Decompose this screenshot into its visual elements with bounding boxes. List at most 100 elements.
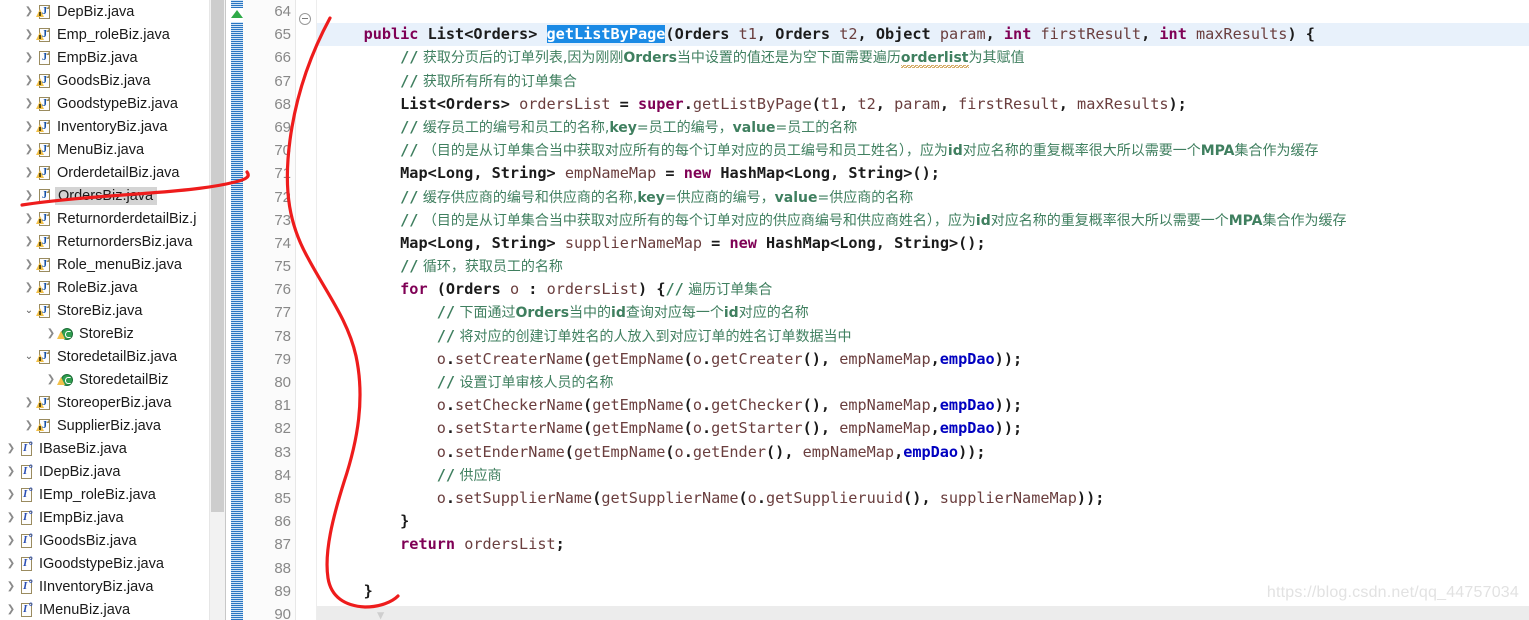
code-line-82[interactable]: o.setStarterName(getEmpName(o.getStarter…: [317, 417, 1529, 440]
tree-item-rolebiz-java[interactable]: ❯ J RoleBiz.java: [0, 276, 225, 299]
tree-item-goodstypebiz-java[interactable]: ❯ J GoodstypeBiz.java: [0, 92, 225, 115]
code-line-80[interactable]: // 设置订单审核人员的名称: [317, 371, 1529, 394]
code-line-67[interactable]: // 获取所有所有的订单集合: [317, 70, 1529, 93]
chevron-right-icon[interactable]: ❯: [4, 512, 18, 523]
interface-file-icon: Io: [21, 509, 33, 525]
chevron-right-icon[interactable]: ❯: [22, 420, 36, 431]
code-line-64[interactable]: [317, 0, 1529, 23]
package-explorer-panel[interactable]: ❯ J DepBiz.java ❯ J Emp_roleBiz.java ❯ J EmpBiz.…: [0, 0, 225, 620]
code-line-70[interactable]: // （目的是从订单集合当中获取对应所有的每个订单对应的员工编号和员工姓名），应…: [317, 139, 1529, 162]
chevron-right-icon[interactable]: ❯: [4, 558, 18, 569]
code-line-76[interactable]: for (Orders o : ordersList) {// 遍历订单集合: [317, 278, 1529, 301]
interface-file-icon: Io: [21, 440, 33, 456]
overview-up-arrow-icon[interactable]: [231, 10, 243, 18]
code-line-84[interactable]: // 供应商: [317, 464, 1529, 487]
code-folding-column[interactable]: [296, 0, 316, 620]
code-line-73[interactable]: // （目的是从订单集合当中获取对应所有的每个订单对应的供应商编号和供应商姓名）…: [317, 209, 1529, 232]
chevron-right-icon[interactable]: ❯: [4, 466, 18, 477]
editor-marker-bar[interactable]: [225, 0, 244, 620]
chevron-right-icon[interactable]: ❯: [22, 282, 36, 293]
chevron-right-icon[interactable]: ❯: [44, 374, 58, 385]
code-line-74[interactable]: Map<Long, String> supplierNameMap = new …: [317, 232, 1529, 255]
chevron-right-icon[interactable]: ❯: [22, 29, 36, 40]
tree-item-storedetailbiz-java[interactable]: ⌄ J StoredetailBiz.java: [0, 345, 225, 368]
tree-item-storedetailbiz[interactable]: ❯ StoredetailBiz: [0, 368, 225, 391]
tree-item-role-menubiz-java[interactable]: ❯ J Role_menuBiz.java: [0, 253, 225, 276]
fold-collapse-icon[interactable]: [299, 13, 311, 25]
code-line-68[interactable]: List<Orders> ordersList = super.getListB…: [317, 93, 1529, 116]
code-line-88[interactable]: [317, 557, 1529, 580]
tree-item-ordersbiz-java[interactable]: ❯ J OrdersBiz.java: [0, 184, 225, 207]
tree-item-storeoperbiz-java[interactable]: ❯ J StoreoperBiz.java: [0, 391, 225, 414]
chevron-right-icon[interactable]: ❯: [22, 144, 36, 155]
tree-item-returnorderdetailbiz-j[interactable]: ❯ J ReturnorderdetailBiz.j: [0, 207, 225, 230]
code-line-83[interactable]: o.setEnderName(getEmpName(o.getEnder(), …: [317, 441, 1529, 464]
tree-item-orderdetailbiz-java[interactable]: ❯ J OrderdetailBiz.java: [0, 161, 225, 184]
tree-item-idepbiz-java[interactable]: ❯ Io IDepBiz.java: [0, 460, 225, 483]
sidebar-scrollbar-track[interactable]: [210, 0, 225, 620]
file-tree[interactable]: ❯ J DepBiz.java ❯ J Emp_roleBiz.java ❯ J EmpBiz.…: [0, 0, 225, 620]
chevron-right-icon[interactable]: ❯: [22, 397, 36, 408]
code-line-75[interactable]: // 循环，获取员工的名称: [317, 255, 1529, 278]
java-warning-file-icon: J: [36, 349, 53, 365]
chevron-down-icon[interactable]: ⌄: [22, 305, 36, 316]
chevron-right-icon[interactable]: ❯: [22, 98, 36, 109]
tree-item-supplierbiz-java[interactable]: ❯ J SupplierBiz.java: [0, 414, 225, 437]
tree-item-igoodstypebiz-java[interactable]: ❯ Io IGoodstypeBiz.java: [0, 552, 225, 575]
code-line-85[interactable]: o.setSupplierName(getSupplierName(o.getS…: [317, 487, 1529, 510]
tree-item-menubiz-java[interactable]: ❯ J MenuBiz.java: [0, 138, 225, 161]
code-line-66[interactable]: // 获取分页后的订单列表,因为刚刚Orders当中设置的值还是为空下面需要遍历…: [317, 46, 1529, 69]
chevron-down-icon[interactable]: ⌄: [22, 351, 36, 362]
code-line-86[interactable]: }: [317, 510, 1529, 533]
chevron-right-icon[interactable]: ❯: [4, 443, 18, 454]
tree-item-label: MenuBiz.java: [57, 141, 145, 158]
chevron-right-icon[interactable]: ❯: [4, 489, 18, 500]
code-line-78[interactable]: // 将对应的创建订单姓名的人放入到对应订单的姓名订单数据当中: [317, 325, 1529, 348]
tree-item-igoodsbiz-java[interactable]: ❯ Io IGoodsBiz.java: [0, 529, 225, 552]
chevron-right-icon[interactable]: ❯: [22, 190, 36, 201]
code-line-72[interactable]: // 缓存供应商的编号和供应商的名称,key=供应商的编号，value=供应商的…: [317, 186, 1529, 209]
code-line-71[interactable]: Map<Long, String> empNameMap = new HashM…: [317, 162, 1529, 185]
tree-item-iinventorybiz-java[interactable]: ❯ Io IInventoryBiz.java: [0, 575, 225, 598]
tree-item-inventorybiz-java[interactable]: ❯ J InventoryBiz.java: [0, 115, 225, 138]
code-line-69[interactable]: // 缓存员工的编号和员工的名称,key=员工的编号，value=员工的名称: [317, 116, 1529, 139]
tree-item-imenubiz-java[interactable]: ❯ Io IMenuBiz.java: [0, 598, 225, 620]
chevron-right-icon[interactable]: ❯: [22, 121, 36, 132]
chevron-right-icon[interactable]: ❯: [22, 259, 36, 270]
tree-item-ibasebiz-java[interactable]: ❯ Io IBaseBiz.java: [0, 437, 225, 460]
chevron-right-icon[interactable]: ❯: [22, 236, 36, 247]
tree-item-depbiz-java[interactable]: ❯ J DepBiz.java: [0, 0, 225, 23]
tree-item-empbiz-java[interactable]: ❯ J EmpBiz.java: [0, 46, 225, 69]
tree-item-emp-rolebiz-java[interactable]: ❯ J Emp_roleBiz.java: [0, 23, 225, 46]
code-line-65[interactable]: public List<Orders> getListByPage(Orders…: [317, 23, 1529, 47]
chevron-right-icon[interactable]: ❯: [22, 6, 36, 17]
code-line-79[interactable]: o.setCreaterName(getEmpName(o.getCreater…: [317, 348, 1529, 371]
code-line-81[interactable]: o.setCheckerName(getEmpName(o.getChecker…: [317, 394, 1529, 417]
chevron-right-icon[interactable]: ❯: [22, 213, 36, 224]
eclipse-ide-window: ❯ J DepBiz.java ❯ J Emp_roleBiz.java ❯ J EmpBiz.…: [0, 0, 1529, 620]
chevron-right-icon[interactable]: ❯: [4, 604, 18, 615]
line-number-87: 87: [274, 536, 291, 554]
source-code-text[interactable]: public List<Orders> getListByPage(Orders…: [317, 0, 1529, 620]
java-warning-file-icon: J: [36, 165, 53, 181]
tree-item-returnordersbiz-java[interactable]: ❯ J ReturnordersBiz.java: [0, 230, 225, 253]
code-line-87[interactable]: return ordersList;: [317, 533, 1529, 556]
tree-item-storebiz[interactable]: ❯ StoreBiz: [0, 322, 225, 345]
chevron-right-icon[interactable]: ❯: [4, 535, 18, 546]
chevron-right-icon[interactable]: ❯: [22, 167, 36, 178]
code-editor-area[interactable]: 64 65 66 67 68 69 70 71 72 73 74 75 76 77 78 79 80 81 82 83…: [225, 0, 1529, 620]
tree-item-iempbiz-java[interactable]: ❯ Io IEmpBiz.java: [0, 506, 225, 529]
code-line-77[interactable]: // 下面通过Orders当中的id查询对应每一个id对应的名称: [317, 301, 1529, 324]
java-warning-file-icon: J: [36, 119, 53, 135]
tree-item-iemp-rolebiz-java[interactable]: ❯ Io IEmp_roleBiz.java: [0, 483, 225, 506]
chevron-right-icon[interactable]: ❯: [4, 581, 18, 592]
sidebar-scrollbar-thumb[interactable]: [211, 0, 224, 512]
tree-item-goodsbiz-java[interactable]: ❯ J GoodsBiz.java: [0, 69, 225, 92]
chevron-right-icon[interactable]: ❯: [44, 328, 58, 339]
chevron-right-icon[interactable]: ❯: [22, 75, 36, 86]
interface-file-icon: Io: [21, 555, 33, 571]
annotation-ruler[interactable]: [231, 0, 243, 620]
tree-item-label: RoleBiz.java: [57, 279, 138, 296]
tree-item-storebiz-java[interactable]: ⌄ J StoreBiz.java: [0, 299, 225, 322]
chevron-right-icon[interactable]: ❯: [22, 52, 36, 63]
